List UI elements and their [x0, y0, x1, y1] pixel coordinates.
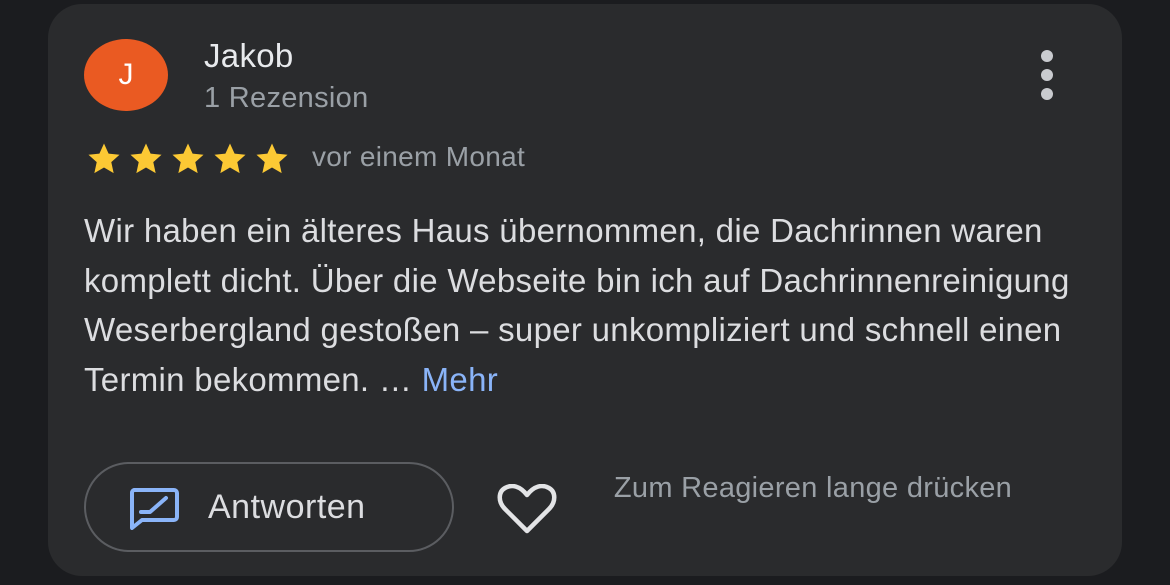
- author-name[interactable]: Jakob: [204, 37, 294, 75]
- react-hint-text: Zum Reagieren lange drücken: [613, 472, 1013, 504]
- review-body: Wir haben ein älteres Haus übernommen, d…: [84, 212, 1070, 398]
- more-vert-icon: [1041, 50, 1053, 62]
- review-text: Wir haben ein älteres Haus übernommen, d…: [84, 206, 1094, 404]
- reply-button-label: Antworten: [208, 488, 366, 526]
- star-icon: [130, 143, 162, 174]
- star-rating: [84, 140, 292, 178]
- star-icon: [172, 143, 204, 174]
- star-icon: [214, 143, 246, 174]
- reply-edit-icon: [130, 488, 179, 530]
- more-options-button[interactable]: [1032, 50, 1062, 100]
- more-vert-icon-dot: [1041, 88, 1053, 100]
- avatar[interactable]: J: [84, 39, 168, 111]
- star-icon: [88, 143, 120, 174]
- author-review-count: 1 Rezension: [204, 82, 369, 114]
- heart-outline-icon[interactable]: [496, 484, 558, 534]
- star-icon: [256, 143, 288, 174]
- review-date: vor einem Monat: [312, 141, 526, 172]
- reply-button[interactable]: Antworten: [84, 462, 454, 552]
- more-vert-icon-dot: [1041, 69, 1053, 81]
- read-more-link[interactable]: Mehr: [422, 361, 498, 398]
- avatar-initial: J: [118, 58, 134, 91]
- review-card: J Jakob 1 Rezension vor einem Monat Wir …: [48, 4, 1122, 576]
